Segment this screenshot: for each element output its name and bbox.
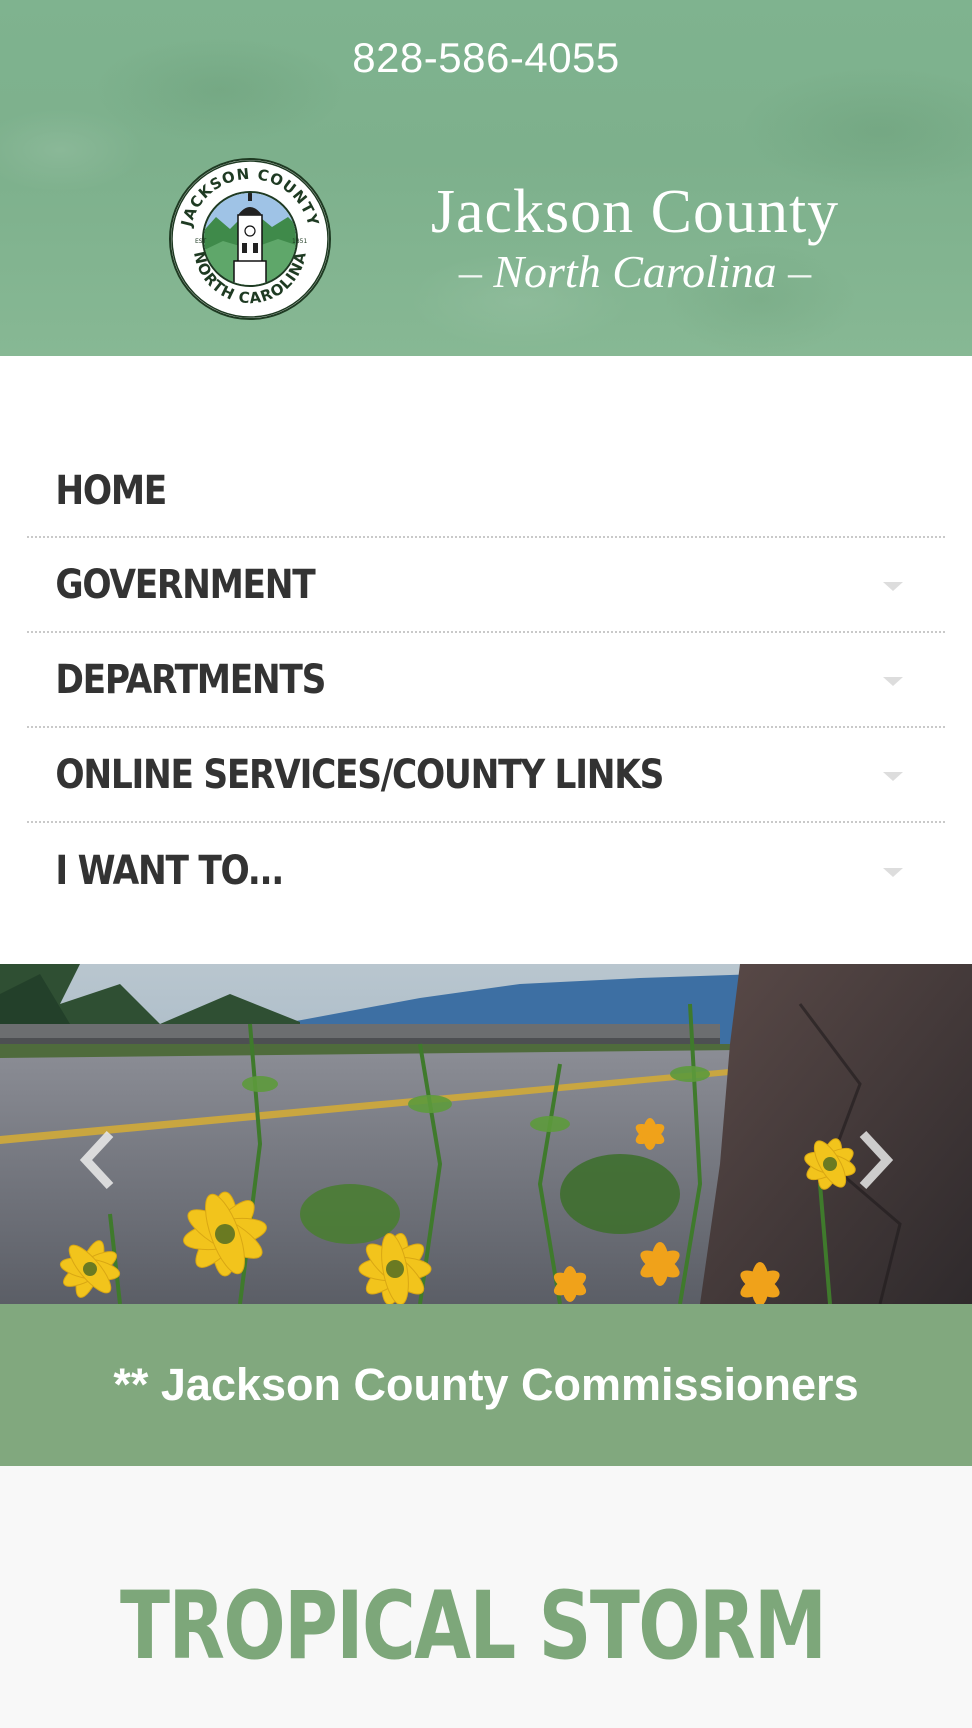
- caret-down-icon[interactable]: [883, 771, 903, 781]
- nav-item-label: HOME: [55, 468, 167, 514]
- phone-number-link[interactable]: 828-586-4055: [0, 34, 972, 82]
- county-seal-logo[interactable]: JACKSON COUNTY NORTH CAROLINA EST 1851: [168, 157, 332, 321]
- slide-caption-bar[interactable]: ** Jackson County Commissioners: [0, 1304, 972, 1466]
- slider-next-button[interactable]: [855, 1130, 895, 1190]
- nav-item-government[interactable]: GOVERNMENT: [27, 538, 945, 633]
- caret-down-icon[interactable]: [883, 581, 903, 591]
- nav-item-label: I WANT TO...: [55, 847, 284, 894]
- nav-item-label: GOVERNMENT: [55, 561, 315, 608]
- nav-item-i-want-to[interactable]: I WANT TO...: [27, 823, 945, 918]
- main-navigation: HOME GOVERNMENT DEPARTMENTS ONLINE SERVI…: [0, 356, 972, 964]
- nav-item-online-services[interactable]: ONLINE SERVICES/COUNTY LINKS: [27, 728, 945, 823]
- chevron-left-icon: [79, 1130, 114, 1190]
- nav-item-home[interactable]: HOME: [27, 446, 945, 538]
- site-wordmark[interactable]: Jackson County – North Carolina –: [410, 180, 860, 298]
- wordmark-subtitle-row: – North Carolina –: [458, 246, 812, 297]
- wordmark-subtitle: North Carolina: [493, 246, 777, 297]
- main-content: TROPICAL STORM: [0, 1466, 972, 1728]
- chevron-right-icon: [859, 1130, 894, 1190]
- site-header: 828-586-4055 JACKSON COUNTY NORTH CAROLI…: [0, 0, 972, 356]
- caret-down-icon[interactable]: [883, 676, 903, 686]
- caret-down-icon[interactable]: [883, 867, 903, 877]
- nav-item-label: DEPARTMENTS: [55, 656, 326, 703]
- slider-prev-button[interactable]: [78, 1130, 118, 1190]
- hero-slider: [0, 964, 972, 1304]
- slide-caption-text[interactable]: ** Jackson County Commissioners: [113, 1359, 858, 1411]
- nav-item-label: ONLINE SERVICES/COUNTY LINKS: [55, 751, 664, 798]
- slide-image-wildflowers-roadside: [0, 964, 972, 1304]
- nav-list: HOME GOVERNMENT DEPARTMENTS ONLINE SERVI…: [27, 446, 945, 918]
- svg-text:1851: 1851: [292, 238, 307, 245]
- nav-item-departments[interactable]: DEPARTMENTS: [27, 633, 945, 728]
- wordmark-title: Jackson County: [430, 178, 840, 246]
- svg-text:EST: EST: [195, 238, 207, 245]
- article-headline: TROPICAL STORM: [120, 1572, 827, 1681]
- county-seal-icon: JACKSON COUNTY NORTH CAROLINA EST 1851: [169, 158, 331, 320]
